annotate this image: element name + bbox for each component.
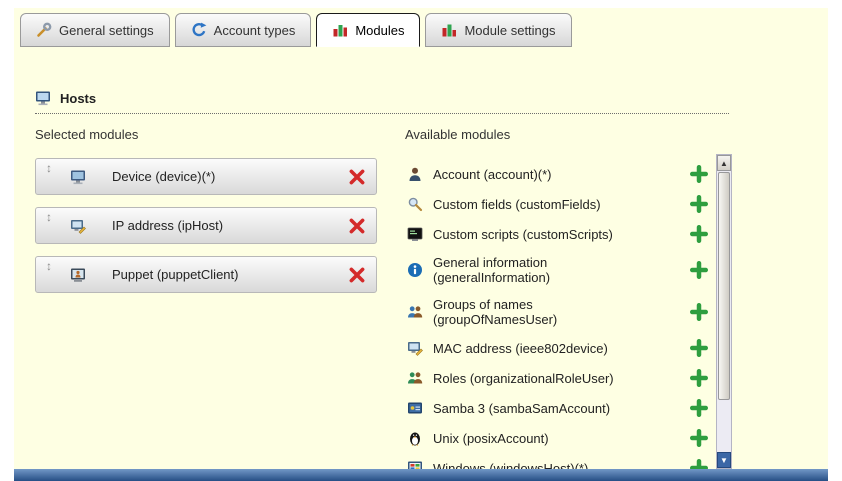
remove-module-button[interactable] bbox=[348, 217, 366, 235]
available-module-row: MAC address (ieee802device) bbox=[405, 333, 716, 363]
selected-modules-heading: Selected modules bbox=[35, 127, 138, 142]
add-module-button[interactable] bbox=[690, 369, 708, 387]
ip-address-icon bbox=[70, 218, 86, 234]
add-module-button[interactable] bbox=[690, 399, 708, 417]
available-module-label: Windows (windowsHost)(*) bbox=[433, 461, 651, 470]
available-module-row: Custom scripts (customScripts) bbox=[405, 219, 716, 249]
available-module-row: Windows (windowsHost)(*) bbox=[405, 453, 716, 469]
plus-icon bbox=[690, 165, 708, 183]
tab-general-settings[interactable]: General settings bbox=[20, 13, 170, 47]
available-modules-heading: Available modules bbox=[405, 127, 510, 142]
groups-icon bbox=[407, 304, 423, 320]
account-types-icon bbox=[191, 22, 207, 38]
add-module-button[interactable] bbox=[690, 165, 708, 183]
plus-icon bbox=[690, 429, 708, 447]
available-module-row: Custom fields (customFields) bbox=[405, 189, 716, 219]
add-module-button[interactable] bbox=[690, 195, 708, 213]
available-module-label: Custom scripts (customScripts) bbox=[433, 227, 651, 242]
plus-icon bbox=[690, 261, 708, 279]
selected-module-row[interactable]: ↕ Puppet (puppetClient) bbox=[35, 256, 377, 293]
available-module-row: General information (generalInformation) bbox=[405, 249, 716, 291]
settings-panel: General settings Account types Modules M… bbox=[14, 8, 828, 481]
tab-module-settings[interactable]: Module settings bbox=[425, 13, 571, 47]
remove-x-icon bbox=[348, 168, 366, 186]
tab-bar: General settings Account types Modules M… bbox=[20, 13, 572, 47]
tab-label: Account types bbox=[214, 23, 296, 38]
plus-icon bbox=[690, 459, 708, 469]
scroll-up-button[interactable]: ▲ bbox=[717, 155, 731, 171]
hosts-title: Hosts bbox=[60, 91, 96, 106]
add-module-button[interactable] bbox=[690, 429, 708, 447]
plus-icon bbox=[690, 195, 708, 213]
scrollbar[interactable]: ▲ ▼ bbox=[716, 154, 732, 469]
remove-x-icon bbox=[348, 217, 366, 235]
remove-module-button[interactable] bbox=[348, 168, 366, 186]
available-module-label: Unix (posixAccount) bbox=[433, 431, 651, 446]
available-module-row: Unix (posixAccount) bbox=[405, 423, 716, 453]
available-module-label: Account (account)(*) bbox=[433, 167, 651, 182]
plus-icon bbox=[690, 303, 708, 321]
windows-icon bbox=[407, 460, 423, 469]
plus-icon bbox=[690, 225, 708, 243]
add-module-button[interactable] bbox=[690, 459, 708, 469]
available-modules-list: Account (account)(*) Custom fields (cust… bbox=[405, 154, 716, 469]
available-module-label: MAC address (ieee802device) bbox=[433, 341, 651, 356]
add-module-button[interactable] bbox=[690, 261, 708, 279]
tab-label: General settings bbox=[59, 23, 154, 38]
plus-icon bbox=[690, 399, 708, 417]
selected-module-row[interactable]: ↕ IP address (ipHost) bbox=[35, 207, 377, 244]
scrollbar-track[interactable] bbox=[717, 401, 731, 452]
selected-module-row[interactable]: ↕ Device (device)(*) bbox=[35, 158, 377, 195]
roles-icon bbox=[407, 370, 423, 386]
drag-handle-icon[interactable]: ↕ bbox=[46, 161, 58, 175]
module-settings-icon bbox=[441, 22, 457, 38]
general-settings-icon bbox=[36, 22, 52, 38]
samba-icon bbox=[407, 400, 423, 416]
available-modules-panel: Account (account)(*) Custom fields (cust… bbox=[405, 154, 732, 469]
available-module-row: Account (account)(*) bbox=[405, 159, 716, 189]
tab-account-types[interactable]: Account types bbox=[175, 13, 312, 47]
available-module-row: Groups of names (groupOfNamesUser) bbox=[405, 291, 716, 333]
selected-modules-list: ↕ Device (device)(*) ↕ IP address (ipHos… bbox=[35, 158, 377, 293]
drag-handle-icon[interactable]: ↕ bbox=[46, 210, 58, 224]
hosts-icon bbox=[35, 90, 51, 106]
modules-icon bbox=[332, 22, 348, 38]
add-module-button[interactable] bbox=[690, 339, 708, 357]
selected-module-label: IP address (ipHost) bbox=[112, 218, 348, 233]
custom-fields-icon bbox=[407, 196, 423, 212]
available-module-label: Samba 3 (sambaSamAccount) bbox=[433, 401, 651, 416]
puppet-icon bbox=[70, 267, 86, 283]
tab-modules[interactable]: Modules bbox=[316, 13, 420, 47]
mac-address-icon bbox=[407, 340, 423, 356]
available-module-label: Custom fields (customFields) bbox=[433, 197, 651, 212]
drag-handle-icon[interactable]: ↕ bbox=[46, 259, 58, 273]
available-module-row: Samba 3 (sambaSamAccount) bbox=[405, 393, 716, 423]
custom-scripts-icon bbox=[407, 226, 423, 242]
device-icon bbox=[70, 169, 86, 185]
scrollbar-thumb[interactable] bbox=[718, 172, 730, 400]
account-icon bbox=[407, 166, 423, 182]
add-module-button[interactable] bbox=[690, 225, 708, 243]
available-module-label: Groups of names (groupOfNamesUser) bbox=[433, 297, 651, 327]
scroll-down-button[interactable]: ▼ bbox=[717, 452, 731, 468]
footer-bar bbox=[14, 469, 828, 481]
available-module-row: Roles (organizationalRoleUser) bbox=[405, 363, 716, 393]
available-module-label: General information (generalInformation) bbox=[433, 255, 651, 285]
remove-x-icon bbox=[348, 266, 366, 284]
plus-icon bbox=[690, 339, 708, 357]
selected-module-label: Device (device)(*) bbox=[112, 169, 348, 184]
tab-label: Module settings bbox=[464, 23, 555, 38]
info-icon bbox=[407, 262, 423, 278]
plus-icon bbox=[690, 369, 708, 387]
available-module-label: Roles (organizationalRoleUser) bbox=[433, 371, 651, 386]
tab-label: Modules bbox=[355, 23, 404, 38]
remove-module-button[interactable] bbox=[348, 266, 366, 284]
unix-icon bbox=[407, 430, 423, 446]
hosts-section-heading: Hosts bbox=[35, 90, 729, 114]
selected-module-label: Puppet (puppetClient) bbox=[112, 267, 348, 282]
add-module-button[interactable] bbox=[690, 303, 708, 321]
